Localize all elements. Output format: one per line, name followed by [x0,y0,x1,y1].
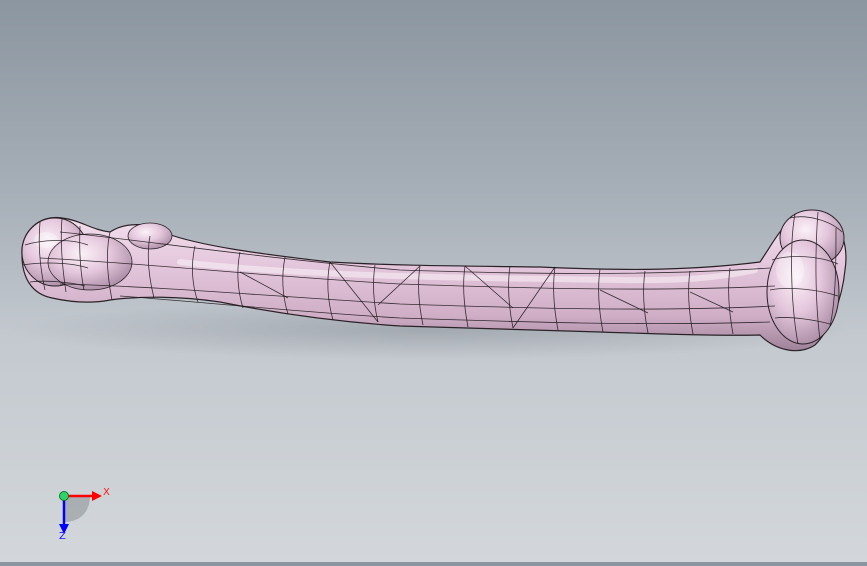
graphics-viewport[interactable]: X Z [0,0,867,562]
head-highlight [34,232,58,248]
neck-lobe [47,233,133,291]
z-axis-label: Z [59,531,66,542]
y-axis-origin [59,491,69,501]
condyle-lower [766,239,840,345]
reference-triad: X Z [46,482,116,544]
x-axis-label: X [103,487,110,498]
x-axis-arrow [92,491,102,501]
condyle-highlight [776,252,804,288]
model-view [10,209,850,360]
triad-shadow [64,496,90,522]
